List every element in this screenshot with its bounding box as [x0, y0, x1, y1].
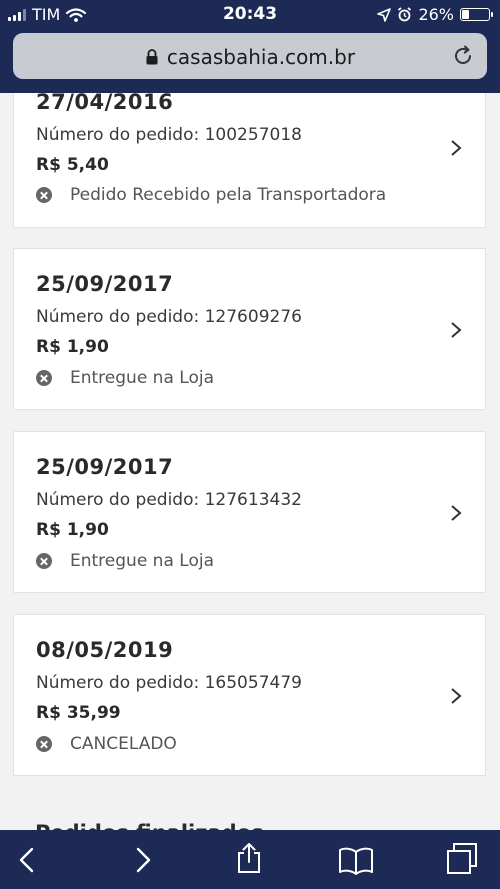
status-bar: TIM 20:43 26% — [0, 0, 500, 30]
browser-toolbar — [0, 830, 500, 889]
order-status: Pedido Recebido pela Transportadora — [36, 185, 386, 205]
lock-icon — [146, 49, 158, 65]
share-icon[interactable] — [233, 840, 265, 876]
order-status: Entregue na Loja — [36, 368, 214, 388]
order-status: Entregue na Loja — [36, 551, 214, 571]
order-date: 25/09/2017 — [36, 455, 174, 479]
tabs-icon[interactable] — [445, 842, 479, 876]
order-status-label: Entregue na Loja — [70, 368, 214, 388]
order-card[interactable]: 27/04/2016 Número do pedido: 100257018 R… — [13, 93, 486, 228]
order-card[interactable]: 25/09/2017 Número do pedido: 127609276 R… — [13, 248, 486, 410]
location-arrow-icon — [377, 7, 392, 22]
orders-list: 27/04/2016 Número do pedido: 100257018 R… — [0, 93, 500, 830]
chevron-right-icon[interactable] — [449, 503, 463, 523]
back-icon[interactable] — [12, 844, 44, 876]
status-x-icon — [36, 553, 52, 569]
order-price: R$ 5,40 — [36, 155, 109, 175]
order-number: Número do pedido: 127609276 — [36, 307, 302, 327]
order-date: 25/09/2017 — [36, 272, 174, 296]
order-status-label: Entregue na Loja — [70, 551, 214, 571]
address-bar[interactable]: casasbahia.com.br — [13, 33, 487, 79]
order-price: R$ 1,90 — [36, 337, 109, 357]
order-status-label: Pedido Recebido pela Transportadora — [70, 185, 387, 205]
alarm-icon — [398, 7, 412, 22]
order-price: R$ 1,90 — [36, 520, 109, 540]
url-text: casasbahia.com.br — [166, 45, 356, 69]
order-status: CANCELADO — [36, 734, 177, 754]
order-status-label: CANCELADO — [70, 734, 177, 754]
chevron-right-icon[interactable] — [449, 138, 463, 158]
reload-icon[interactable] — [451, 44, 475, 68]
status-x-icon — [36, 187, 52, 203]
battery-percent: 26% — [418, 5, 454, 24]
bookmarks-icon[interactable] — [338, 844, 374, 876]
browser-chrome: TIM 20:43 26% casasbahia.com.br — [0, 0, 500, 93]
order-number: Número do pedido: 127613432 — [36, 490, 302, 510]
chevron-right-icon[interactable] — [449, 320, 463, 340]
order-number: Número do pedido: 100257018 — [36, 125, 302, 145]
order-date: 27/04/2016 — [36, 93, 174, 114]
chevron-right-icon[interactable] — [449, 686, 463, 706]
order-number: Número do pedido: 165057479 — [36, 673, 302, 693]
battery-icon — [460, 8, 493, 21]
status-x-icon — [36, 370, 52, 386]
order-date: 08/05/2019 — [36, 638, 174, 662]
order-card[interactable]: 08/05/2019 Número do pedido: 165057479 R… — [13, 614, 486, 776]
forward-icon[interactable] — [126, 844, 158, 876]
order-price: R$ 35,99 — [36, 703, 121, 723]
status-x-icon — [36, 736, 52, 752]
section-heading: Pedidos finalizados — [35, 821, 264, 830]
order-card[interactable]: 25/09/2017 Número do pedido: 127613432 R… — [13, 431, 486, 593]
